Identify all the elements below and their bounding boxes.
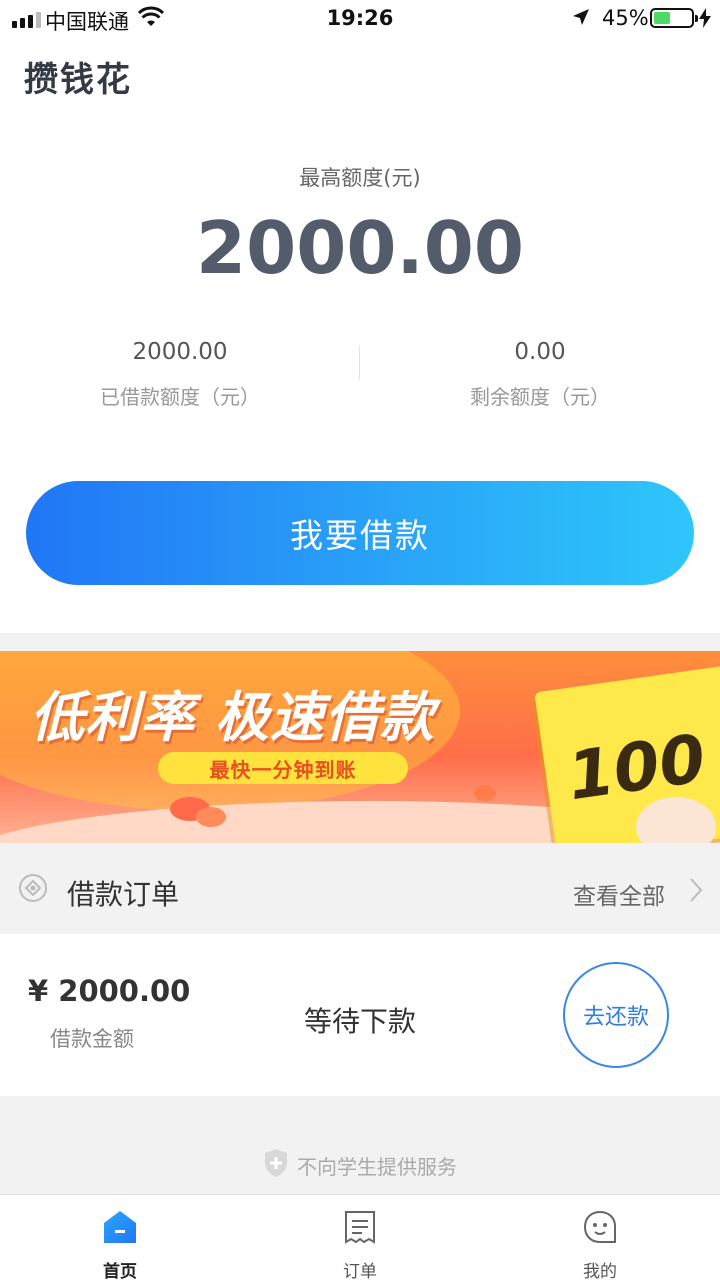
section-gap [0, 633, 720, 651]
battery-percent: 45% [602, 6, 649, 30]
tab-profile[interactable]: 我的 [480, 1195, 720, 1280]
tab-orders[interactable]: 订单 [240, 1195, 480, 1280]
student-notice-text: 不向学生提供服务 [297, 1154, 457, 1179]
student-notice: 不向学生提供服务 [0, 1148, 720, 1182]
charging-bolt-icon [699, 8, 711, 32]
bottom-tab-bar: 首页 订单 我的 [0, 1194, 720, 1280]
tab-home[interactable]: 首页 [0, 1195, 240, 1280]
shield-icon [263, 1148, 289, 1182]
orders-icon [342, 1209, 378, 1249]
borrowed-credit-value: 2000.00 [132, 339, 228, 365]
profile-icon [582, 1209, 618, 1249]
app-logo-title: 攒钱花 [24, 60, 132, 100]
tab-home-label: 首页 [103, 1262, 137, 1280]
status-bar: 中国联通 19:26 45% [0, 0, 720, 40]
location-arrow-icon [572, 8, 590, 30]
borrowed-credit-label: 已借款额度（元） [100, 385, 260, 409]
remaining-credit-value: 0.00 [514, 339, 566, 365]
tab-orders-label: 订单 [343, 1262, 377, 1280]
home-icon [102, 1209, 138, 1249]
borrow-button[interactable]: 我要借款 [26, 481, 694, 585]
remaining-credit-label: 剩余额度（元） [470, 385, 610, 409]
diamond-circle-icon [18, 873, 48, 907]
orders-section-header: 借款订单 查看全部 [0, 843, 720, 934]
tab-profile-label: 我的 [583, 1262, 617, 1280]
view-all-link[interactable]: 查看全部 [573, 877, 665, 911]
banner-subtitle-pill: 最快一分钟到账 [158, 752, 408, 784]
order-list-item[interactable]: ¥ 2000.00 借款金额 等待下款 去还款 [0, 934, 720, 1096]
chevron-right-icon[interactable] [688, 877, 704, 907]
orders-title: 借款订单 [67, 878, 180, 911]
remaining-credit: 0.00 剩余额度（元） [360, 339, 720, 410]
repay-button[interactable]: 去还款 [563, 962, 669, 1068]
banner-headline: 低利率 极速借款 [30, 686, 435, 749]
max-credit-label: 最高额度(元) [299, 166, 421, 190]
battery-icon [650, 8, 698, 28]
promo-banner[interactable]: 100 低利率 极速借款 最快一分钟到账 [0, 651, 720, 843]
max-credit-value: 2000.00 [196, 206, 524, 290]
borrowed-credit: 2000.00 已借款额度（元） [0, 339, 360, 410]
